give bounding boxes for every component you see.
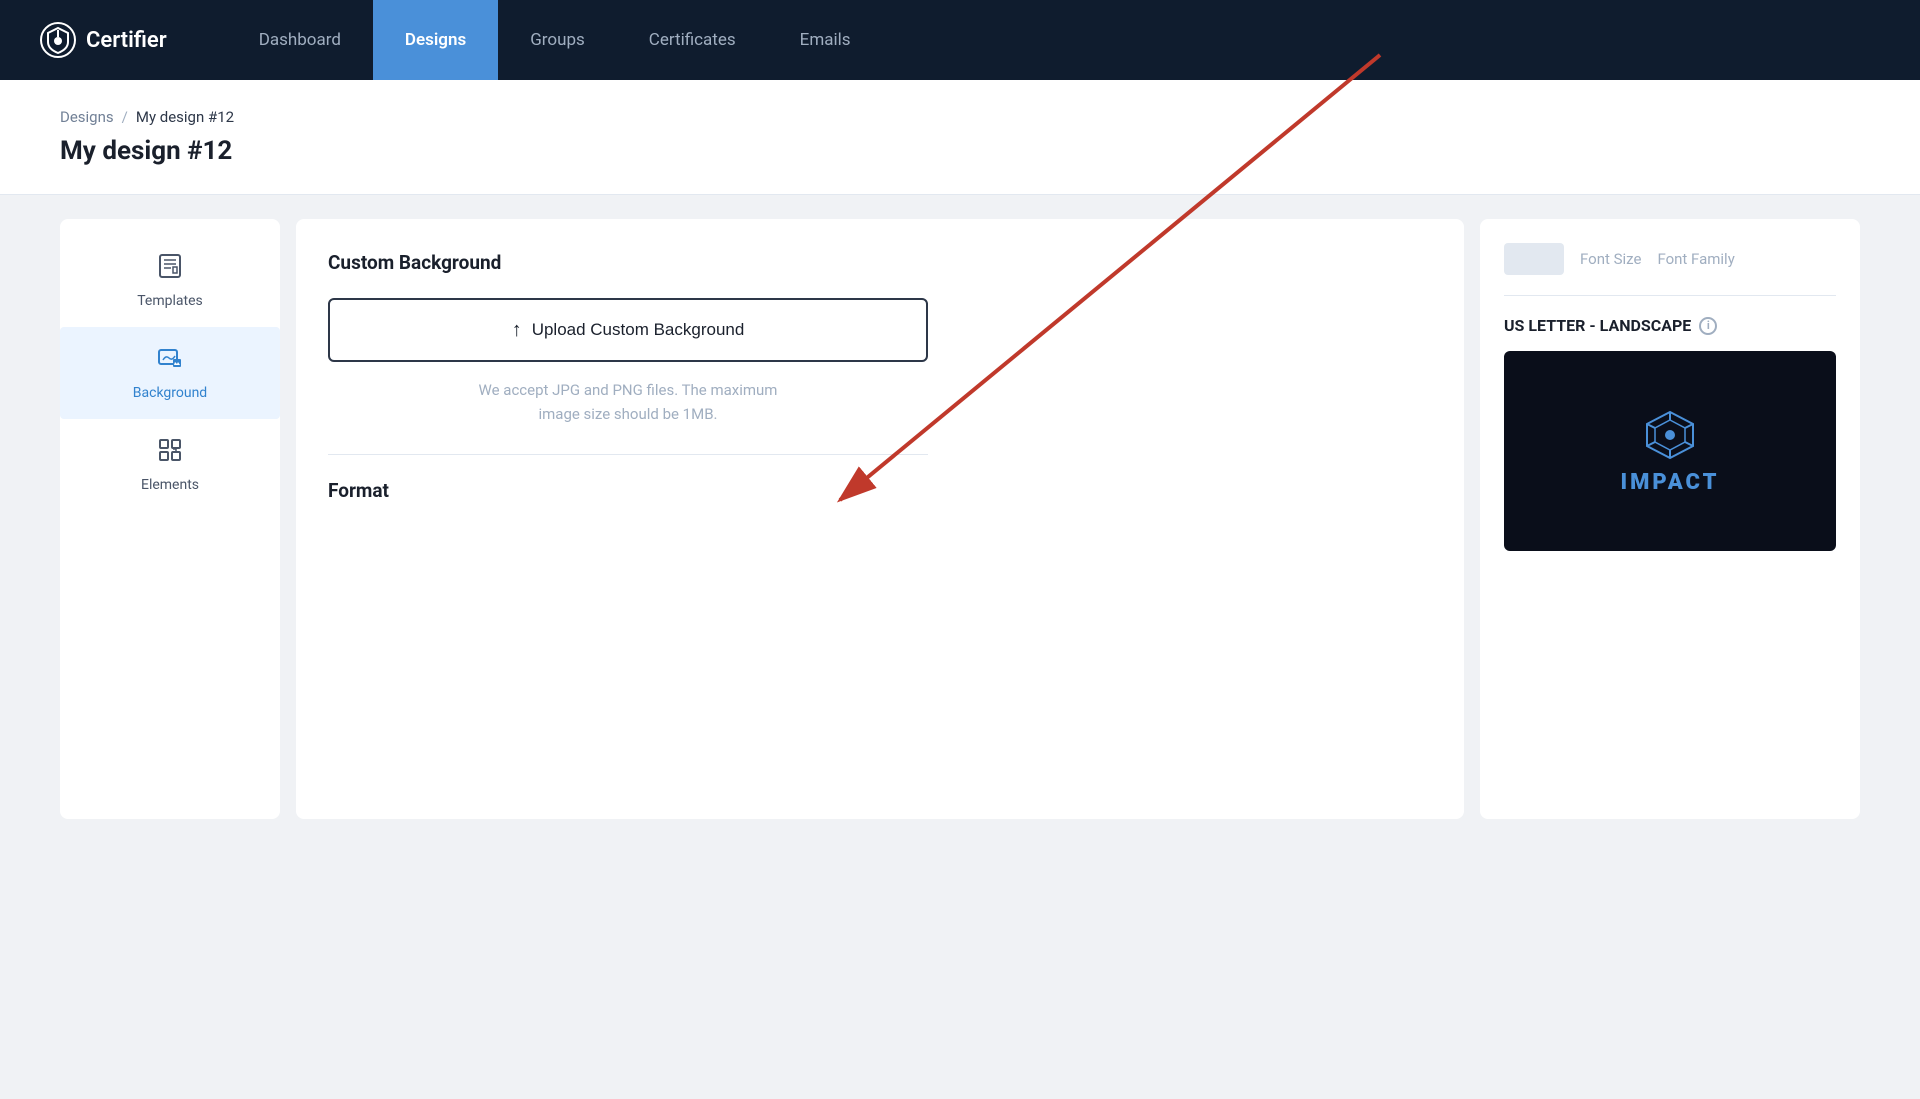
custom-background-title: Custom Background — [328, 251, 1432, 274]
nav-item-groups[interactable]: Groups — [498, 0, 617, 80]
navbar: Certifier Dashboard Designs Groups Certi… — [0, 0, 1920, 80]
sidebar-item-background[interactable]: Background — [60, 327, 280, 419]
font-size-label: Font Size — [1580, 250, 1641, 268]
font-size-box — [1504, 243, 1564, 275]
nav-item-designs[interactable]: Designs — [373, 0, 498, 80]
preview-impact-text: IMPACT — [1620, 470, 1719, 495]
sidebar: Templates Background — [60, 219, 280, 819]
nav-links: Dashboard Designs Groups Certificates Em… — [227, 0, 1880, 80]
sidebar-item-elements[interactable]: Elements — [60, 419, 280, 511]
main-area: Templates Background — [60, 219, 1860, 819]
toolbar-divider — [1504, 295, 1836, 296]
upload-background-button[interactable]: ↑ Upload Custom Background — [328, 298, 928, 362]
content-panel: Custom Background ↑ Upload Custom Backgr… — [296, 219, 1464, 819]
template-section-title: US LETTER - LANDSCAPE i — [1504, 316, 1836, 335]
template-preview: IMPACT — [1504, 351, 1836, 551]
preview-hexagon-icon — [1643, 408, 1697, 462]
sidebar-item-templates[interactable]: Templates — [60, 235, 280, 327]
info-icon: i — [1699, 317, 1717, 335]
header-section: Designs / My design #12 My design #12 — [0, 80, 1920, 195]
elements-icon — [157, 437, 183, 469]
nav-item-certificates[interactable]: Certificates — [617, 0, 768, 80]
nav-item-emails[interactable]: Emails — [768, 0, 883, 80]
sidebar-item-templates-label: Templates — [137, 293, 203, 309]
breadcrumb-current: My design #12 — [136, 108, 234, 126]
brand-name: Certifier — [86, 28, 167, 53]
upload-hint: We accept JPG and PNG files. The maximum… — [328, 378, 928, 426]
brand-icon — [40, 22, 76, 58]
font-family-label: Font Family — [1657, 250, 1734, 268]
brand-logo[interactable]: Certifier — [40, 22, 167, 58]
upload-hint-line2: image size should be 1MB. — [538, 405, 717, 423]
breadcrumb: Designs / My design #12 — [60, 108, 1860, 126]
format-title: Format — [328, 479, 1432, 502]
upload-icon: ↑ — [512, 319, 522, 342]
preview-inner: IMPACT — [1620, 408, 1719, 495]
upload-button-label: Upload Custom Background — [532, 320, 745, 340]
nav-item-dashboard[interactable]: Dashboard — [227, 0, 373, 80]
breadcrumb-separator: / — [122, 108, 128, 126]
breadcrumb-parent[interactable]: Designs — [60, 108, 114, 126]
sidebar-item-elements-label: Elements — [141, 477, 199, 493]
background-icon — [157, 345, 183, 377]
template-section-title-text: US LETTER - LANDSCAPE — [1504, 316, 1691, 335]
templates-icon — [157, 253, 183, 285]
page-title: My design #12 — [60, 136, 1860, 166]
toolbar: Font Size Font Family — [1504, 243, 1836, 275]
sidebar-item-background-label: Background — [133, 385, 207, 401]
upload-hint-line1: We accept JPG and PNG files. The maximum — [479, 381, 778, 399]
right-panel: Font Size Font Family US LETTER - LANDSC… — [1480, 219, 1860, 819]
